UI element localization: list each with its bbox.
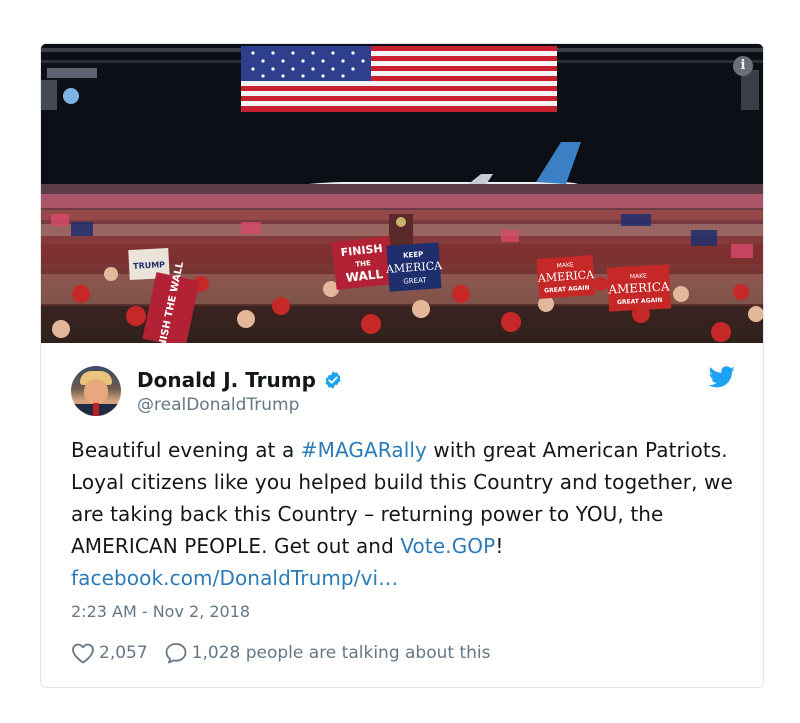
tweet-text-part: !: [495, 534, 504, 558]
twitter-bird-icon[interactable]: [709, 366, 735, 388]
tweet-timestamp[interactable]: 2:23 AM - Nov 2, 2018: [71, 602, 250, 621]
sign-make-america-great-again-2: MAKE AMERICA GREAT AGAIN: [606, 264, 672, 312]
sign-text-trump: TRUMP: [133, 260, 166, 271]
like-count[interactable]: 2,057: [99, 643, 148, 663]
talking-count[interactable]: 1,028 people are talking about this: [192, 643, 491, 663]
sign-text-keep: KEEP: [403, 250, 424, 259]
author-display-name[interactable]: Donald J. Trump: [137, 368, 316, 392]
tweet-actions: 2,057 1,028 people are talking about thi…: [71, 642, 490, 664]
facebook-link[interactable]: facebook.com/DonaldTrump/vi…: [71, 566, 398, 590]
hashtag-link[interactable]: #MAGARally: [301, 438, 427, 462]
comment-bubble-icon[interactable]: [164, 642, 188, 664]
sign-text-the: THE: [355, 259, 371, 269]
sign-text-make: MAKE: [630, 273, 648, 281]
rally-photo: FINISH THE WALL KEEP AMERICA GREAT MAKE …: [41, 44, 763, 343]
sign-text-make: MAKE: [556, 261, 574, 269]
american-flag: [241, 46, 557, 112]
vote-gop-link[interactable]: Vote.GOP: [400, 534, 495, 558]
verified-badge-icon: [325, 371, 341, 389]
sign-make-america-great-again-1: MAKE AMERICA GREAT AGAIN: [536, 255, 596, 299]
info-icon[interactable]: i: [733, 56, 753, 76]
tweet-text: Beautiful evening at a #MAGARally with g…: [71, 434, 751, 594]
author-handle[interactable]: @realDonaldTrump: [137, 395, 299, 415]
tweet-header: Donald J. Trump @realDonaldTrump: [71, 366, 735, 420]
avatar[interactable]: [71, 366, 121, 416]
author-name-row[interactable]: Donald J. Trump: [137, 368, 343, 392]
sign-keep-america-great: KEEP AMERICA GREAT: [385, 242, 444, 292]
heart-icon[interactable]: [71, 642, 95, 664]
tweet-card[interactable]: FINISH THE WALL KEEP AMERICA GREAT MAKE …: [40, 43, 764, 688]
sign-text-great: GREAT: [403, 276, 427, 286]
tweet-photo[interactable]: FINISH THE WALL KEEP AMERICA GREAT MAKE …: [41, 44, 763, 343]
tweet-text-part: Beautiful evening at a: [71, 438, 301, 462]
